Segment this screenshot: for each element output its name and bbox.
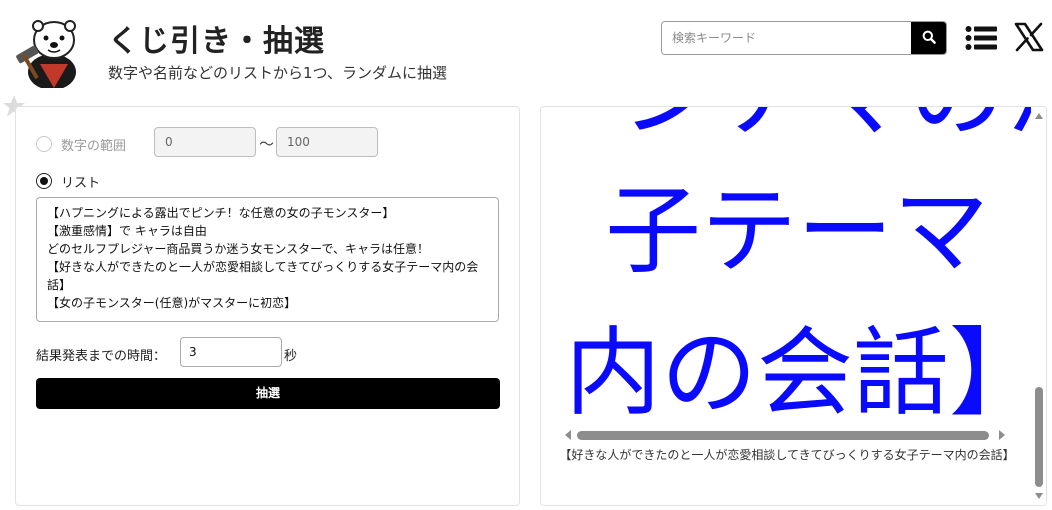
x-share-button[interactable]: [1014, 22, 1044, 52]
vertical-scrollbar-thumb[interactable]: [1035, 387, 1043, 487]
page-subtitle: 数字や名前などのリストから1つ、ランダムに抽選: [108, 64, 447, 82]
vertical-scrollbar[interactable]: [1032, 107, 1046, 505]
range-min-input[interactable]: 0: [154, 127, 256, 157]
page-title: くじ引き・抽選: [108, 24, 325, 59]
list-item: 【好きな人ができたのと一人が恋愛相談してきてびっくりする女子テーマ内の会話】: [47, 260, 479, 292]
scroll-left-arrow[interactable]: [565, 430, 571, 440]
result-big-text-line: 内の会話】: [565, 317, 1031, 427]
scroll-down-arrow[interactable]: [1035, 493, 1043, 499]
result-caption: 【好きな人ができたのと一人が恋愛相談してきてびっくりする女子テーマ内の会話】: [559, 448, 1015, 462]
result-big-text-line: ンナマのか: [621, 107, 1031, 156]
result-panel: ンナマのか 子テーマ 内の会話】 【好きな人ができたのと一人が恋愛相談してきてび…: [540, 106, 1047, 506]
list-item: 【激重感情】で キャラは自由: [47, 224, 207, 238]
search-button[interactable]: [911, 22, 946, 54]
list-textarea[interactable]: 【ハプニングによる露出でピンチ！な任意の女の子モンスター】 【激重感情】で キャ…: [36, 197, 499, 322]
range-radio-label: 数字の範囲: [61, 139, 127, 154]
menu-button[interactable]: [965, 24, 997, 52]
time-unit-label: 秒: [284, 349, 298, 364]
scroll-right-arrow[interactable]: [999, 430, 1005, 440]
time-label: 結果発表までの時間：: [36, 349, 167, 364]
lottery-form-panel: 数字の範囲 0 〜 100 リスト 【ハプニングによる露出でピンチ！な任意の女の…: [15, 106, 520, 506]
result-display: ンナマのか 子テーマ 内の会話】: [541, 107, 1031, 427]
search-box: [661, 21, 947, 55]
draw-button[interactable]: 抽選: [36, 378, 500, 409]
range-tilde: 〜: [259, 135, 275, 153]
site-header: くじ引き・抽選 数字や名前などのリストから1つ、ランダムに抽選: [0, 0, 1052, 92]
list-item: 【ハプニングによる露出でピンチ！な任意の女の子モンスター】: [47, 206, 395, 220]
range-max-input[interactable]: 100: [276, 127, 378, 157]
time-input[interactable]: 3: [180, 337, 282, 367]
search-input[interactable]: [662, 22, 912, 54]
list-radio-label: リスト: [61, 176, 101, 191]
scroll-up-arrow[interactable]: [1035, 113, 1043, 119]
x-logo-icon: [1014, 22, 1044, 56]
list-menu-icon: [965, 26, 997, 56]
site-logo[interactable]: [14, 14, 86, 90]
list-item: どのセルフプレジャー商品買うか迷う女モンスターで、キャラは任意！: [47, 242, 429, 256]
search-icon: [922, 29, 936, 48]
list-item: 【女の子モンスター(任意)がマスターに初恋】: [47, 296, 297, 310]
horizontal-scrollbar-thumb[interactable]: [577, 431, 989, 440]
result-big-text-line: 子テーマ: [605, 175, 989, 287]
list-radio[interactable]: [36, 173, 52, 189]
range-radio[interactable]: [36, 136, 52, 152]
